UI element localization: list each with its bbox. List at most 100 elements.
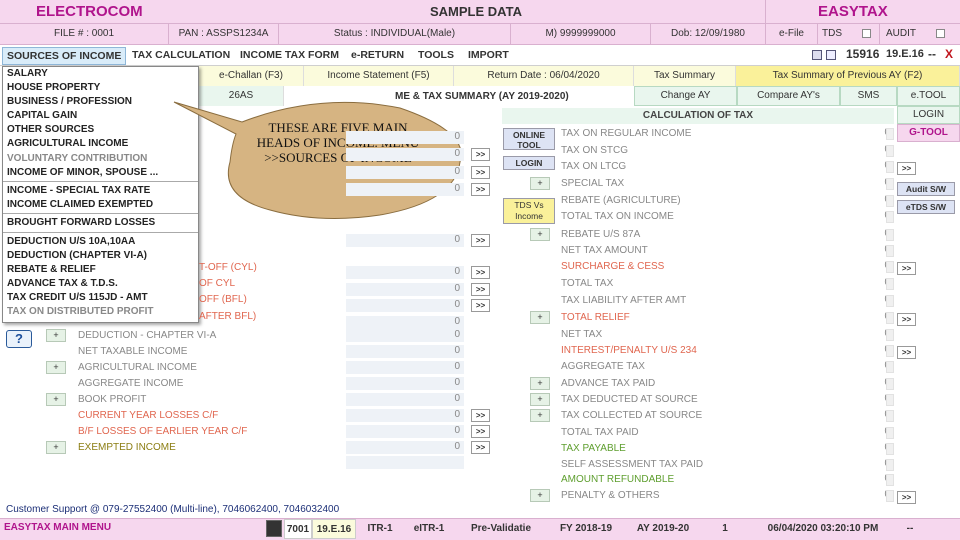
expand-arrow-button[interactable]: >>: [471, 441, 490, 454]
add-button[interactable]: +: [530, 409, 550, 422]
expand-arrow-button[interactable]: >>: [897, 262, 916, 275]
value-field[interactable]: [346, 441, 464, 454]
value-field[interactable]: [346, 234, 464, 247]
add-button[interactable]: +: [46, 441, 66, 454]
add-button[interactable]: +: [46, 393, 66, 406]
add-button[interactable]: +: [530, 177, 550, 190]
menu-tools[interactable]: TOOLS: [414, 47, 458, 63]
expand-arrow-button[interactable]: >>: [471, 183, 490, 196]
value-field[interactable]: [346, 183, 464, 196]
value-field[interactable]: [346, 166, 464, 179]
efile-button[interactable]: e-File: [765, 24, 817, 44]
mid-login-button[interactable]: LOGIN: [503, 156, 555, 170]
menu-income-tax-form[interactable]: INCOME TAX FORM: [236, 47, 343, 63]
etool-button[interactable]: e.TOOL: [897, 86, 960, 106]
eitr-form[interactable]: eITR-1: [404, 519, 454, 539]
tds-vs-income-button[interactable]: TDS Vs Income: [503, 198, 555, 224]
expand-arrow-button[interactable]: >>: [897, 162, 916, 175]
audit-toggle[interactable]: AUDIT: [879, 24, 960, 44]
menu-import[interactable]: IMPORT: [464, 47, 513, 63]
dropdown-item[interactable]: TAX CREDIT U/S 115JD - AMT: [7, 292, 148, 303]
value-field[interactable]: [346, 316, 464, 329]
value-zero: 0: [454, 131, 460, 142]
value-field[interactable]: [346, 393, 464, 406]
expand-arrow-button[interactable]: >>: [471, 299, 490, 312]
income-statement-button[interactable]: Income Statement (F5): [304, 66, 454, 86]
help-icon[interactable]: ?: [6, 330, 32, 348]
itr-form[interactable]: ITR-1: [358, 519, 402, 539]
value-field[interactable]: [346, 299, 464, 312]
calculator-icon[interactable]: [812, 50, 822, 60]
echallan-button[interactable]: e-Challan (F3): [199, 66, 304, 86]
dropdown-item[interactable]: VOLUNTARY CONTRIBUTION: [7, 153, 147, 164]
compare-ay-button[interactable]: Compare AY's: [737, 86, 840, 106]
login-button[interactable]: LOGIN: [897, 106, 960, 124]
gtool-button[interactable]: G-TOOL: [897, 124, 960, 142]
dropdown-item[interactable]: DEDUCTION (CHAPTER VI-A): [7, 250, 147, 261]
dropdown-item[interactable]: INCOME - SPECIAL TAX RATE: [7, 185, 150, 196]
value-field[interactable]: [346, 425, 464, 438]
value-field[interactable]: [346, 456, 464, 469]
dropdown-item[interactable]: INCOME OF MINOR, SPOUSE ...: [7, 167, 158, 178]
row-marker: [886, 312, 894, 324]
value-field[interactable]: [346, 266, 464, 279]
expand-arrow-button[interactable]: >>: [471, 148, 490, 161]
tax-summary-button[interactable]: Tax Summary: [634, 66, 736, 86]
online-tool-button[interactable]: ONLINE TOOL: [503, 128, 555, 150]
expand-arrow-button[interactable]: >>: [471, 409, 490, 422]
expand-arrow-button[interactable]: >>: [471, 283, 490, 296]
dropdown-item[interactable]: BUSINESS / PROFESSION: [7, 96, 132, 107]
menu-e-return[interactable]: e-RETURN: [347, 47, 408, 63]
tds-toggle[interactable]: TDS: [817, 24, 879, 44]
expand-arrow-button[interactable]: >>: [897, 346, 916, 359]
expand-arrow-button[interactable]: >>: [897, 313, 916, 326]
dropdown-item[interactable]: DEDUCTION U/S 10A,10AA: [7, 236, 135, 247]
value-field[interactable]: [346, 148, 464, 161]
value-field[interactable]: [346, 329, 464, 342]
expand-arrow-button[interactable]: >>: [897, 491, 916, 504]
window-icon[interactable]: [826, 50, 836, 60]
audit-sw-button[interactable]: Audit S/W: [897, 182, 955, 196]
add-button[interactable]: +: [46, 361, 66, 374]
dropdown-item[interactable]: AGRICULTURAL INCOME: [7, 138, 128, 149]
dropdown-item[interactable]: ADVANCE TAX & T.D.S.: [7, 278, 118, 289]
dropdown-item[interactable]: SALARY: [7, 68, 48, 79]
dropdown-item[interactable]: REBATE & RELIEF: [7, 264, 96, 275]
dropdown-item[interactable]: TAX ON DISTRIBUTED PROFIT: [7, 306, 153, 317]
menu-sources-of-income[interactable]: SOURCES OF INCOME: [2, 47, 127, 65]
dropdown-item[interactable]: CAPITAL GAIN: [7, 110, 77, 121]
dropdown-item[interactable]: OTHER SOURCES: [7, 124, 94, 135]
audit-checkbox[interactable]: [936, 28, 945, 38]
sms-button[interactable]: SMS: [840, 86, 897, 106]
change-ay-button[interactable]: Change AY: [634, 86, 737, 106]
add-button[interactable]: +: [530, 377, 550, 390]
add-button[interactable]: +: [530, 311, 550, 324]
add-button[interactable]: +: [530, 393, 550, 406]
value-field[interactable]: [346, 283, 464, 296]
expand-arrow-button[interactable]: >>: [471, 425, 490, 438]
expand-arrow-button[interactable]: >>: [471, 234, 490, 247]
prevalidate-button[interactable]: Pre-Validatie: [456, 519, 546, 539]
menu-tax-calculation[interactable]: TAX CALCULATION: [128, 47, 234, 63]
value-field[interactable]: [346, 409, 464, 422]
dropdown-item[interactable]: BROUGHT FORWARD LOSSES: [7, 217, 155, 228]
value-field[interactable]: [346, 345, 464, 358]
return-date: Return Date : 06/04/2020: [454, 66, 634, 86]
add-button[interactable]: +: [46, 329, 66, 342]
tds-checkbox[interactable]: [862, 28, 871, 38]
dropdown-item[interactable]: HOUSE PROPERTY: [7, 82, 100, 93]
value-field[interactable]: [346, 377, 464, 390]
etds-sw-button[interactable]: eTDS S/W: [897, 200, 955, 214]
add-button[interactable]: +: [530, 489, 550, 502]
expand-arrow-button[interactable]: >>: [471, 166, 490, 179]
value-field[interactable]: [346, 131, 464, 144]
tax-summary-prev-button[interactable]: Tax Summary of Previous AY (F2): [736, 66, 960, 86]
minimize-button[interactable]: --: [928, 47, 936, 61]
close-button[interactable]: X: [945, 47, 953, 61]
main-menu-label[interactable]: EASYTAX MAIN MENU: [4, 522, 111, 533]
add-button[interactable]: +: [530, 228, 550, 241]
expand-arrow-button[interactable]: >>: [471, 266, 490, 279]
dropdown-item[interactable]: INCOME CLAIMED EXEMPTED: [7, 199, 153, 210]
value-field[interactable]: [346, 361, 464, 374]
calculator-icon-status[interactable]: [266, 520, 282, 537]
